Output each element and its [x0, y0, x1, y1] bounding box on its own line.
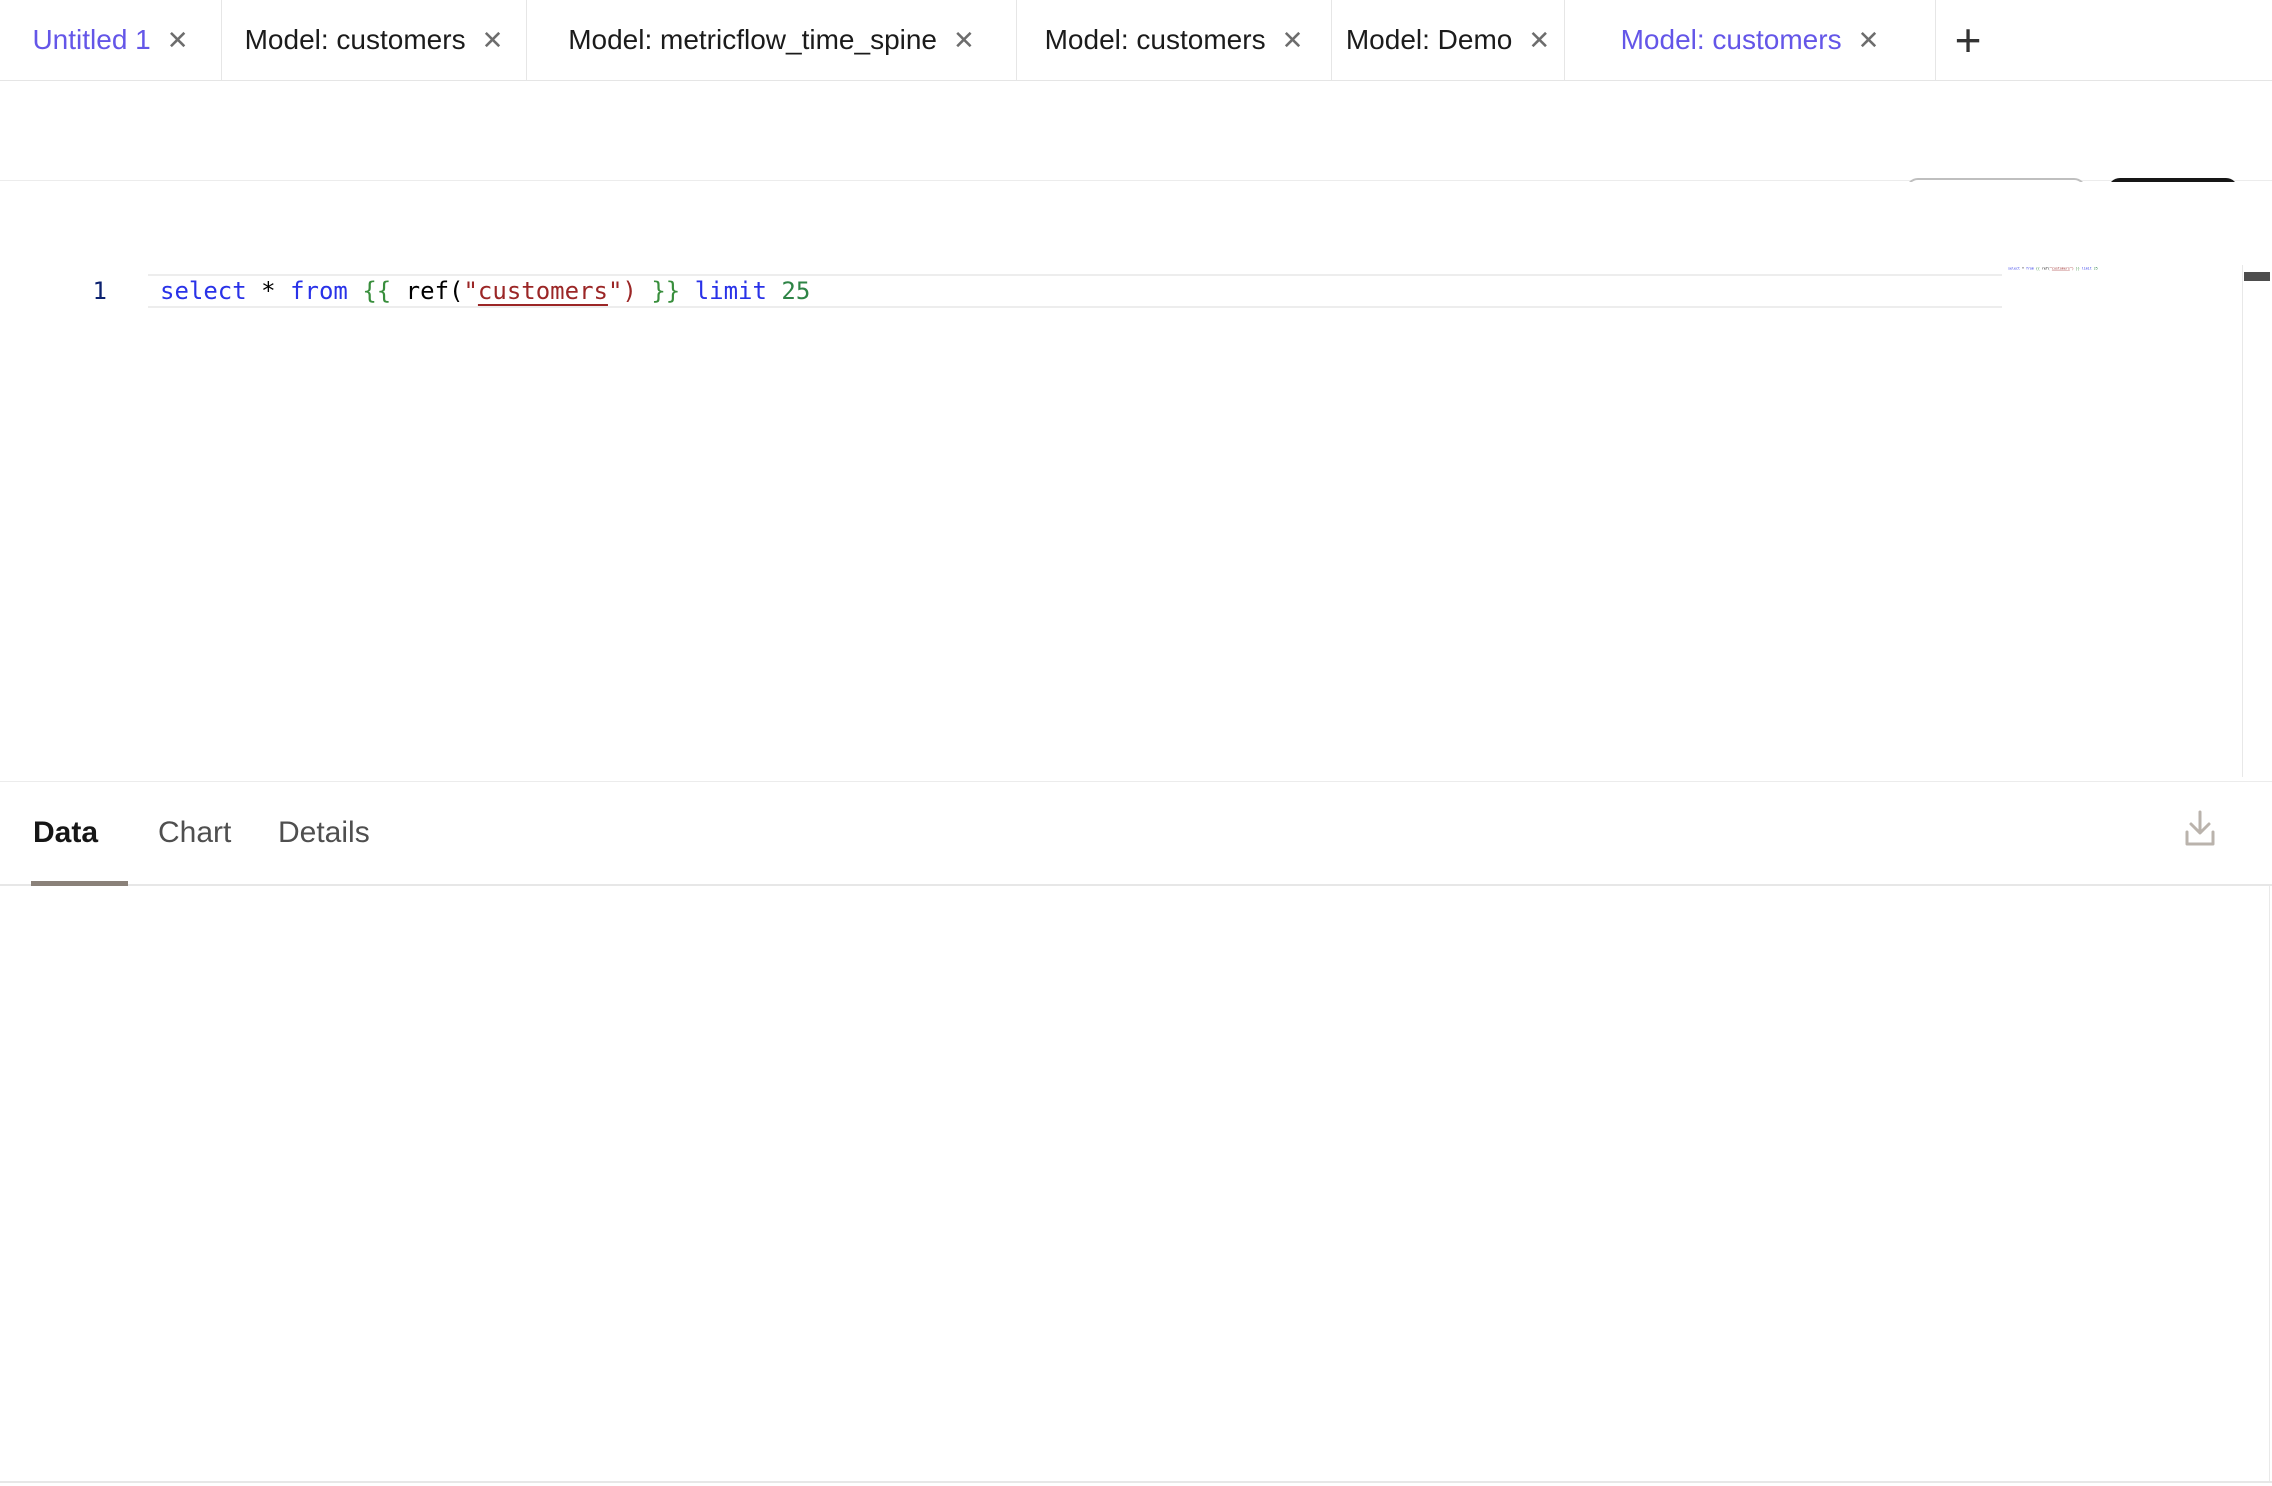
code-token	[680, 277, 694, 305]
editor-scrollbar-track	[2242, 265, 2243, 777]
code-token: }}	[651, 277, 680, 305]
minimap-code-line: select * from {{ ref("customers") }} lim…	[2008, 266, 2021, 271]
code-token: *	[247, 277, 290, 305]
sql-editor[interactable]: 1 select * from {{ ref("customers") }} l…	[0, 182, 2272, 777]
bottom-divider	[0, 1481, 2272, 1483]
new-tab-button[interactable]: +	[1936, 0, 2000, 80]
editor-tab-bar: Untitled 1 ✕ Model: customers ✕ Model: m…	[0, 0, 2272, 81]
tab-chart-label: Chart	[158, 816, 231, 850]
tab-data[interactable]: Data	[33, 782, 98, 884]
results-panel: i Input query to run against your wareho…	[0, 886, 2270, 1481]
close-icon[interactable]: ✕	[1282, 27, 1304, 53]
tab-details-label: Details	[278, 816, 370, 850]
code-token: {{	[362, 277, 391, 305]
results-tab-bar: Data Chart Details	[0, 781, 2272, 886]
tab-label: Model: customers	[1621, 24, 1842, 56]
close-icon[interactable]: ✕	[953, 27, 975, 53]
tab-model-customers-1[interactable]: Model: customers ✕	[222, 0, 527, 80]
code-token	[637, 277, 651, 305]
tab-model-demo[interactable]: Model: Demo ✕	[1332, 0, 1565, 80]
code-token: select	[160, 277, 247, 305]
close-icon[interactable]: ✕	[1528, 27, 1550, 53]
code-token: ")	[608, 277, 637, 305]
tab-model-metricflow-time-spine[interactable]: Model: metricflow_time_spine ✕	[527, 0, 1017, 80]
tab-label: Model: Demo	[1346, 24, 1513, 56]
code-token: ref(	[391, 277, 463, 305]
download-icon[interactable]	[2178, 806, 2222, 852]
code-token: from	[290, 277, 348, 305]
dbt-ide-window: Untitled 1 ✕ Model: customers ✕ Model: m…	[0, 0, 2272, 1486]
tab-chart[interactable]: Chart	[158, 782, 231, 884]
close-icon[interactable]: ✕	[167, 27, 189, 53]
code-token: "	[463, 277, 477, 305]
tab-model-customers-2[interactable]: Model: customers ✕	[1017, 0, 1332, 80]
close-icon[interactable]: ✕	[1858, 27, 1880, 53]
tab-model-customers-3[interactable]: Model: customers ✕	[1565, 0, 1936, 80]
tab-data-label: Data	[33, 816, 98, 850]
code-line-1[interactable]: select * from {{ ref("customers") }} lim…	[160, 274, 810, 308]
toolbar: Develop Run	[0, 81, 2272, 181]
code-token: 25	[781, 277, 810, 305]
tab-label: Model: customers	[245, 24, 466, 56]
editor-minimap[interactable]: select * from {{ ref("customers") }} lim…	[2008, 266, 2104, 286]
ref-customers-link[interactable]: customers	[478, 277, 608, 305]
tab-label: Untitled 1	[32, 24, 150, 56]
code-token	[767, 277, 781, 305]
tab-label: Model: customers	[1045, 24, 1266, 56]
tab-label: Model: metricflow_time_spine	[568, 24, 937, 56]
tab-untitled-1[interactable]: Untitled 1 ✕	[0, 0, 222, 80]
tab-details[interactable]: Details	[278, 782, 370, 884]
line-number: 1	[60, 274, 107, 308]
code-token: limit	[695, 277, 767, 305]
code-token	[348, 277, 362, 305]
close-icon[interactable]: ✕	[482, 27, 504, 53]
editor-scrollbar-thumb[interactable]	[2244, 272, 2270, 281]
